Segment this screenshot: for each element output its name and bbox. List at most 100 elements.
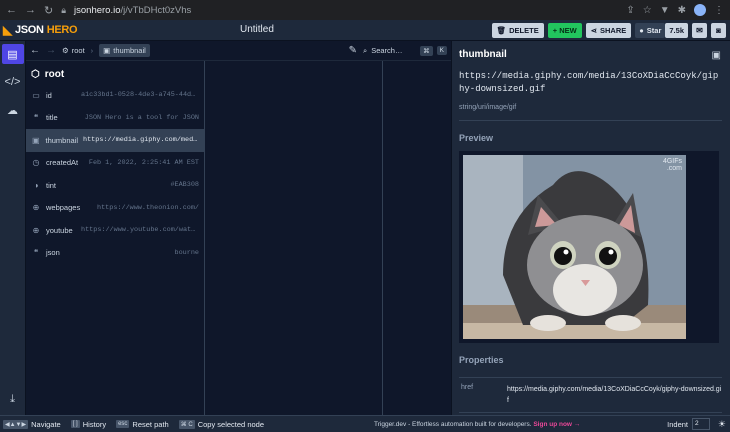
browser-nav: ← → ↻ bbox=[6, 4, 53, 17]
github-star-button[interactable]: ● Star bbox=[635, 22, 666, 38]
star-count[interactable]: 7.5k bbox=[665, 22, 688, 38]
trigger-ad: Trigger.dev - Effortless automation buil… bbox=[374, 421, 580, 428]
row-value: JSON Hero is a tool for JSON bbox=[84, 113, 199, 122]
kebab-menu-icon[interactable]: ⋮ bbox=[714, 5, 724, 16]
row-key: id bbox=[46, 90, 52, 100]
logo-icon: ◣ bbox=[3, 23, 12, 37]
quote-icon: ❝ bbox=[33, 113, 39, 123]
chevron-right-icon: › bbox=[90, 46, 94, 55]
inspector-value[interactable]: https://media.giphy.com/media/13CoXDiaCc… bbox=[459, 70, 721, 96]
row-key: createdAt bbox=[46, 158, 79, 168]
row-value: bourne bbox=[174, 248, 199, 257]
new-button[interactable]: + NEW bbox=[547, 22, 582, 38]
row-value: https://media.giphy.com/med... bbox=[83, 136, 199, 145]
properties-heading: Properties bbox=[459, 355, 504, 365]
forward-icon[interactable]: → bbox=[25, 4, 36, 17]
watermark-line-1: 4GIFs bbox=[662, 158, 682, 165]
copy-hint: ⌘ C Copy selected node bbox=[178, 419, 264, 429]
tree-row-thumbnail[interactable]: ▣ thumbnail https://media.giphy.com/med... bbox=[26, 129, 204, 152]
back-arrow-icon[interactable]: ← bbox=[30, 45, 40, 56]
watermark-line-2: .com bbox=[666, 165, 682, 172]
document-title[interactable]: Untitled bbox=[240, 24, 274, 35]
tree-row-title[interactable]: ❝ title JSON Hero is a tool for JSON bbox=[26, 107, 204, 130]
delete-label: DELETE bbox=[509, 25, 539, 35]
search-placeholder: Search… bbox=[371, 46, 403, 55]
navigate-label: Navigate bbox=[31, 419, 61, 429]
discord-icon[interactable]: ◙ bbox=[711, 22, 726, 38]
row-value: Feb 1, 2022, 2:25:41 AM EST bbox=[88, 158, 199, 167]
tree-row-tint[interactable]: ◑ tint #EAB308 bbox=[26, 174, 204, 197]
star-label: Star bbox=[646, 25, 662, 35]
reload-icon[interactable]: ↻ bbox=[44, 4, 53, 17]
shortcut-k: K bbox=[436, 46, 447, 55]
download-icon[interactable]: ⤓ bbox=[2, 389, 24, 409]
quote-icon: ❝ bbox=[33, 248, 39, 258]
breadcrumb-current[interactable]: ▣ thumbnail bbox=[99, 44, 150, 57]
logo-json: JSON bbox=[14, 24, 44, 36]
history-hint: [ ] History bbox=[70, 420, 106, 429]
column-browser: ← → ⚙ root › ▣ thumbnail ✎ ⌕ Search… ⌘ K ⬡… bbox=[26, 41, 451, 415]
column-root: ⬡ root ▭ id a1c33bd1-0528-4de3-a745-44d95e… bbox=[26, 61, 205, 415]
trigger-signup-link[interactable]: Sign up now → bbox=[533, 421, 580, 428]
property-value[interactable]: https://media.giphy.com/media/13CoXDiaCc… bbox=[507, 384, 722, 406]
inspector-title: thumbnail bbox=[459, 49, 507, 60]
back-icon[interactable]: ← bbox=[6, 4, 17, 17]
extension-icon[interactable]: ▼ bbox=[660, 5, 670, 16]
trigger-text: Trigger.dev - Effortless automation buil… bbox=[374, 420, 532, 428]
share-icon: ⋖ bbox=[590, 25, 597, 35]
tree-row-id[interactable]: ▭ id a1c33bd1-0528-4de3-a745-44d95e7ac... bbox=[26, 84, 204, 107]
tree-row-webpages[interactable]: ⊕ webpages https://www.theonion.com/ bbox=[26, 197, 204, 220]
url-domain: jsonhero.io bbox=[74, 4, 121, 16]
workspace: ▤ </> ☁ ⤓ ← → ⚙ root › ▣ thumbnail ✎ ⌕ Sea… bbox=[0, 41, 730, 415]
delete-button[interactable]: 🗑︎ DELETE bbox=[491, 22, 544, 38]
twitter-icon[interactable]: ✉ bbox=[692, 22, 707, 38]
forward-arrow-icon[interactable]: → bbox=[46, 45, 56, 56]
app-header: ◣ JSON HERO Untitled 🗑︎ DELETE + NEW ⋖ SHAR… bbox=[0, 20, 730, 41]
row-key: title bbox=[46, 113, 58, 123]
tree-row-createdAt[interactable]: ◷ createdAt Feb 1, 2022, 2:25:41 AM EST bbox=[26, 152, 204, 175]
row-key: json bbox=[46, 248, 60, 258]
new-label: + NEW bbox=[552, 25, 577, 35]
cube-icon: ⬡ bbox=[31, 68, 40, 80]
copy-label: Copy selected node bbox=[197, 419, 264, 429]
breadcrumb-root[interactable]: ⚙ root bbox=[62, 46, 85, 55]
puzzle-icon[interactable]: ✱ bbox=[678, 5, 686, 16]
indent-label: Indent bbox=[667, 419, 688, 429]
theme-toggle-icon[interactable]: ☀ bbox=[718, 419, 726, 430]
breadcrumb-root-label: root bbox=[71, 46, 85, 55]
image-type-icon: ▣ bbox=[711, 50, 721, 61]
code-view-icon[interactable]: </> bbox=[2, 72, 24, 92]
tree-row-youtube[interactable]: ⊕ youtube https://www.youtube.com/watc... bbox=[26, 219, 204, 242]
browser-actions: ⇪ ☆ ▼ ✱ ⋮ bbox=[626, 4, 724, 16]
preview-box: 4GIFs .com bbox=[459, 151, 719, 343]
address-bar[interactable]: jsonhero.io/j/vTbDHct0zVhs bbox=[74, 5, 191, 16]
row-key: tint bbox=[46, 180, 57, 190]
search-input[interactable]: ⌕ Search… ⌘ K bbox=[363, 45, 447, 56]
status-bar: ◀▲▼▶ Navigate [ ] History esc Reset path… bbox=[0, 415, 730, 432]
avatar[interactable] bbox=[694, 4, 706, 16]
reset-label: Reset path bbox=[132, 419, 169, 429]
logo-hero: HERO bbox=[46, 24, 78, 36]
browser-toolbar: ← → ↻ 🔒︎ jsonhero.io/j/vTbDHct0zVhs ⇪ ☆ … bbox=[0, 0, 730, 20]
share-page-icon[interactable]: ⇪ bbox=[626, 5, 634, 16]
share-button[interactable]: ⋖ SHARE bbox=[585, 22, 632, 38]
palette-icon: ◑ bbox=[33, 180, 39, 190]
column-view-icon[interactable]: ▤ bbox=[1, 44, 24, 64]
globe-icon: ⊕ bbox=[32, 225, 40, 235]
column-2 bbox=[205, 61, 383, 415]
edit-icon[interactable]: ✎ bbox=[349, 45, 357, 56]
bookmark-star-icon[interactable]: ☆ bbox=[643, 5, 652, 16]
row-key: youtube bbox=[46, 225, 73, 235]
indent-input[interactable]: 2 bbox=[692, 418, 710, 430]
tree-row-json[interactable]: ❝ json bourne bbox=[26, 242, 204, 265]
shortcut-cmd: ⌘ bbox=[420, 45, 433, 56]
logo[interactable]: ◣ JSON HERO bbox=[0, 23, 78, 37]
search-icon: ⌕ bbox=[363, 45, 368, 55]
github-star: ● Star 7.5k bbox=[635, 22, 688, 38]
cat-illustration bbox=[463, 155, 686, 339]
history-keys: [ ] bbox=[70, 420, 80, 428]
tree-view-icon[interactable]: ☁ bbox=[2, 100, 24, 120]
reset-key: esc bbox=[116, 420, 130, 428]
row-value: #EAB308 bbox=[170, 181, 199, 190]
row-key: webpages bbox=[46, 203, 81, 213]
